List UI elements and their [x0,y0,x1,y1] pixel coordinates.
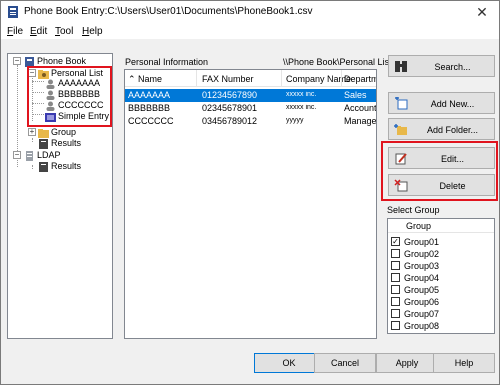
cell-fax: 03456789012 [202,116,258,126]
cell-department: Manageme [344,116,377,126]
group03-checkbox[interactable] [391,261,400,270]
column-separator[interactable] [281,70,282,87]
results-book-icon [39,161,48,172]
group05-checkbox[interactable] [391,285,400,294]
tree-label-group: Group [51,127,77,137]
tree-label-ldap-results: Results [51,161,82,171]
menu-edit-label: dit [36,26,48,37]
personal-information-label: Personal Information [125,57,209,67]
phone-book-app-icon [8,6,18,18]
group08-checkbox[interactable] [391,321,400,330]
tree-line [32,165,33,169]
add-new-icon [395,97,408,110]
column-header-department[interactable]: Departmen [344,74,376,84]
close-window-button[interactable]: ✕ [465,1,499,23]
group-column-header[interactable]: Group [406,221,431,231]
tree-node-ldap-results[interactable]: Results [38,161,81,172]
personal-list-highlight [27,66,112,127]
menu-tool-label: ool [60,26,74,37]
group02-checkbox[interactable] [391,249,400,258]
table-row[interactable]: BBBBBBB 02345678901 xxxxx inc. Accountin… [125,102,377,115]
window-title: Phone Book Entry:C:\Users\User01\Documen… [24,6,313,17]
table-row[interactable]: AAAAAAA 01234567890 xxxxx inc. Sales [125,89,376,102]
group06-checkbox[interactable] [391,297,400,306]
add-folder-button[interactable]: Add Folder... [388,118,495,140]
tree-line [32,138,33,142]
group01-checkbox[interactable]: ✓ [391,237,400,246]
menu-file[interactable]: File [7,26,23,37]
tree-node-group-results[interactable]: Results [38,138,81,149]
add-folder-icon [394,124,407,135]
tree-label-phone-book: Phone Book [37,56,87,66]
cell-name: BBBBBBB [128,103,171,113]
sort-indicator-icon: ⌃ [128,74,136,84]
menu-tool[interactable]: Tool [55,26,73,37]
tree-node-ldap[interactable]: LDAP [24,150,61,161]
column-header-name[interactable]: Name [138,74,162,84]
group-name: Group06 [404,297,440,307]
menu-help-label: elp [89,26,103,37]
group-list-header: Group [388,219,494,233]
cell-department: Accounting [344,103,377,113]
tree-node-group[interactable]: Group [38,127,76,138]
cell-fax: 01234567890 [202,90,258,100]
edit-delete-highlight [381,141,498,201]
search-button-label: Search... [434,62,471,72]
group-name: Group02 [404,249,440,259]
column-header-fax[interactable]: FAX Number [202,74,254,84]
cell-name: AAAAAAA [128,90,171,100]
help-button[interactable]: Help [433,353,495,373]
search-button[interactable]: Search... [388,55,495,77]
group-name: Group03 [404,261,440,271]
cell-company: yyyyy [286,117,304,124]
menu-help[interactable]: Help [82,26,103,37]
add-new-button[interactable]: Add New... [388,92,495,114]
menu-file-label: ile [13,26,24,37]
tree-label-group-results: Results [51,138,82,148]
group04-checkbox[interactable] [391,273,400,282]
table-row[interactable]: CCCCCCC 03456789012 yyyyy Manageme [125,115,377,128]
personal-list-path: \\Phone Book\Personal List [283,57,392,67]
tree-expand-group[interactable]: + [28,128,36,136]
cell-company: xxxxx inc. [286,104,317,111]
cell-company: xxxxx inc. [286,91,317,98]
menu-edit-accel: E [30,26,37,37]
cell-name: CCCCCCC [128,116,174,126]
group-folder-icon [38,128,49,138]
tree-label-ldap: LDAP [37,150,61,160]
cancel-button[interactable]: Cancel [314,353,376,373]
tree-collapse-root[interactable]: − [13,57,21,65]
cell-department: Sales [344,90,367,100]
group-name: Group04 [404,273,440,283]
group-name: Group05 [404,285,440,295]
menu-bar: File Edit Tool Help [1,23,499,39]
phone-book-entry-window: Phone Book Entry:C:\Users\User01\Documen… [0,0,500,385]
select-group-label: Select Group [387,205,440,215]
tree-collapse-ldap[interactable]: − [13,151,21,159]
column-separator[interactable] [196,70,197,87]
group-name: Group01 [404,237,440,247]
list-header: ⌃ Name FAX Number Company Name Departmen [125,70,376,87]
add-folder-button-label: Add Folder... [426,125,479,135]
search-book-icon [395,61,407,72]
cell-fax: 02345678901 [202,103,258,113]
title-bar: Phone Book Entry:C:\Users\User01\Documen… [1,1,499,23]
group07-checkbox[interactable] [391,309,400,318]
select-group-list[interactable]: Group ✓ Group01 Group02 Group03 Group04 … [387,218,495,334]
ldap-server-icon [26,150,33,161]
column-separator[interactable] [341,70,342,87]
menu-edit[interactable]: Edit [30,26,47,37]
results-book-icon [39,138,48,149]
group-name: Group07 [404,309,440,319]
add-new-button-label: Add New... [430,99,475,109]
personal-information-list[interactable]: ⌃ Name FAX Number Company Name Departmen… [124,69,377,339]
group-name: Group08 [404,321,440,331]
apply-button[interactable]: Apply [376,353,438,373]
